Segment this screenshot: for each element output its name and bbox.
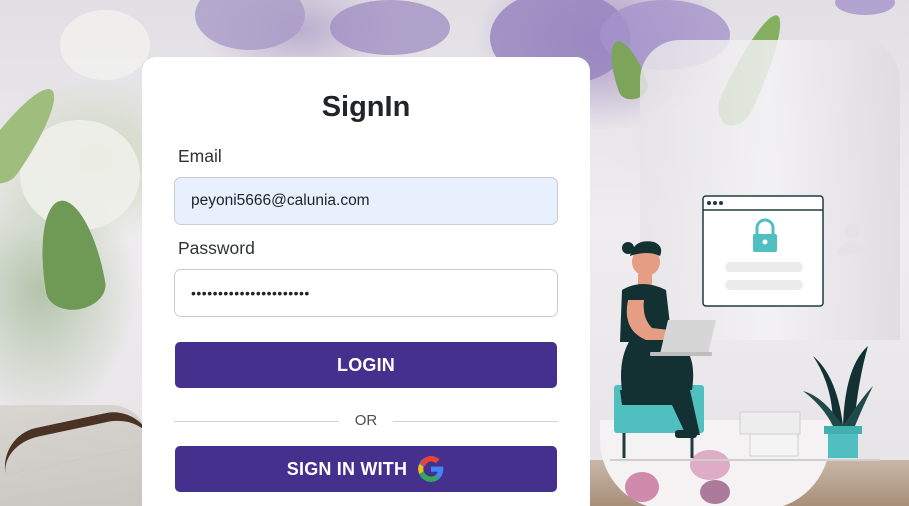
cup-flower (700, 480, 730, 504)
password-input-value: •••••••••••••••••••••• (191, 285, 310, 301)
person-figure (614, 241, 716, 458)
white-lilac (60, 10, 150, 80)
google-signin-button[interactable]: SIGN IN WITH (175, 446, 557, 492)
lilac-cluster (835, 0, 895, 15)
divider-line-right (393, 421, 558, 422)
signin-card: SignIn Email peyoni5666@calunia.com Pass… (142, 57, 590, 506)
email-input[interactable]: peyoni5666@calunia.com (174, 177, 558, 225)
login-button[interactable]: LOGIN (175, 342, 557, 388)
user-icon (838, 223, 866, 254)
login-button-label: LOGIN (337, 354, 395, 375)
lilac-cluster (330, 0, 450, 55)
plant-icon (803, 346, 873, 458)
page-title: SignIn (321, 91, 411, 123)
password-label: Password (178, 238, 255, 258)
lilac-cluster (195, 0, 305, 50)
boxes (739, 411, 801, 457)
email-label: Email (178, 146, 222, 166)
security-illustration (610, 195, 880, 461)
cup-flower (625, 472, 659, 502)
google-signin-label: SIGN IN WITH (286, 458, 408, 479)
email-input-value: peyoni5666@calunia.com (191, 192, 370, 209)
password-input[interactable]: •••••••••••••••••••••• (174, 269, 558, 317)
google-g-icon (418, 456, 444, 482)
or-divider: OR (174, 412, 558, 432)
